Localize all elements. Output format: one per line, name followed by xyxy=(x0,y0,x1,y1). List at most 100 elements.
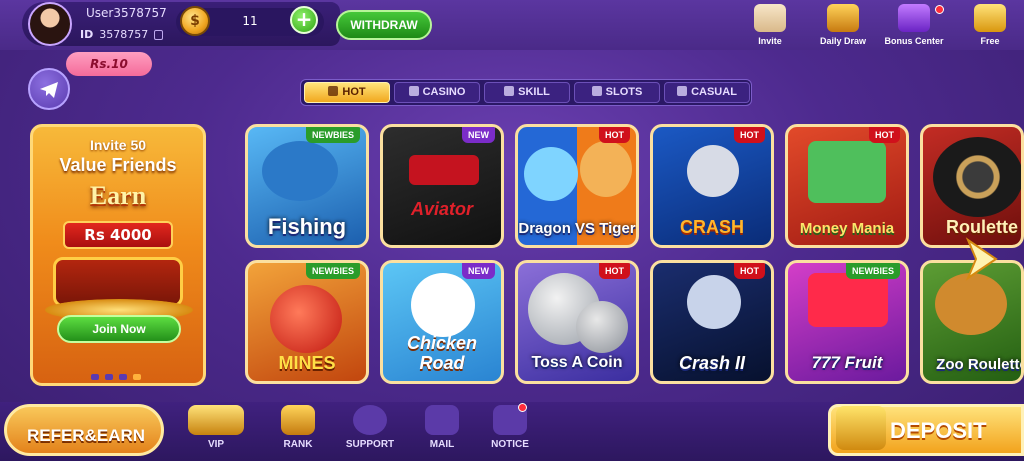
nav-support-label: SUPPORT xyxy=(345,439,395,450)
invite-banner-line1: Invite 50 xyxy=(89,137,147,153)
rocket-icon xyxy=(687,275,741,329)
coin-icon xyxy=(576,301,628,353)
game-badge: HOT xyxy=(599,263,630,279)
scroll-right-arrow-icon[interactable] xyxy=(962,236,1002,282)
balance-value: 11 xyxy=(242,14,258,28)
game-aviator[interactable]: Aviator NEW xyxy=(380,124,504,248)
nav-vip-label: VIP xyxy=(207,439,225,450)
game-badge: NEWBIES xyxy=(305,127,360,143)
invite-banner-earn: Earn xyxy=(89,181,147,210)
tab-casual-label: CASUAL xyxy=(691,86,737,98)
carousel-dot[interactable] xyxy=(91,374,99,380)
refer-earn-label: REFER&EARN xyxy=(26,426,146,445)
game-roulette[interactable]: Roulette xyxy=(920,124,1024,248)
game-dragon-vs-tiger[interactable]: Dragon VS Tiger HOT xyxy=(515,124,639,248)
add-funds-button[interactable]: + xyxy=(290,6,318,34)
game-title: Roulette xyxy=(946,217,1018,237)
tab-hot[interactable]: HOT xyxy=(304,82,390,103)
invite-banner-line2: Value Friends xyxy=(59,155,177,175)
telegram-icon xyxy=(40,82,58,98)
game-chicken-road[interactable]: Chicken Road NEW xyxy=(380,260,504,384)
tab-hot-label: HOT xyxy=(342,86,366,98)
deposit-label: DEPOSIT xyxy=(890,418,987,443)
game-badge: HOT xyxy=(734,263,765,279)
game-title: MINES xyxy=(278,353,336,373)
user-id-label: ID xyxy=(80,28,94,41)
cash-icon xyxy=(808,141,886,203)
coin-icon: $ xyxy=(180,6,210,36)
carousel-dots xyxy=(91,365,151,380)
game-crash[interactable]: CRASH HOT xyxy=(650,124,774,248)
notification-dot xyxy=(935,5,944,14)
game-title: Dragon VS Tiger xyxy=(518,220,636,237)
nav-mail-label: MAIL xyxy=(429,439,455,450)
nav-rank-label: RANK xyxy=(283,439,313,450)
game-crash-ii[interactable]: Crash II HOT xyxy=(650,260,774,384)
carousel-dot-active[interactable] xyxy=(133,374,141,380)
free-button[interactable]: Free xyxy=(960,4,1020,50)
tab-slots-label: SLOTS xyxy=(605,86,643,98)
nav-notice[interactable]: NOTICE xyxy=(480,405,540,457)
bomb-icon xyxy=(270,285,342,353)
free-label: Free xyxy=(980,36,1000,46)
game-badge: HOT xyxy=(869,127,900,143)
tab-slots[interactable]: SLOTS xyxy=(574,82,660,103)
game-title: Money Mania xyxy=(799,220,895,237)
game-title: Zoo Roulette xyxy=(936,356,1024,373)
tab-casual[interactable]: CASUAL xyxy=(664,82,750,103)
bonus-center-label: Bonus Center xyxy=(884,36,944,46)
dragon-icon xyxy=(524,147,578,201)
game-title: 777 Fruit xyxy=(811,353,883,372)
tab-skill-label: SKILL xyxy=(518,86,550,98)
avatar[interactable] xyxy=(28,2,72,46)
invite-label: Invite xyxy=(758,36,782,46)
tab-casino[interactable]: CASINO xyxy=(394,82,480,103)
nav-vip[interactable]: VIP xyxy=(186,405,246,457)
join-now-button[interactable]: Join Now xyxy=(57,315,181,343)
telegram-reward-badge: Rs.10 xyxy=(66,52,152,76)
gamepad-icon xyxy=(504,86,515,96)
game-badge: NEW xyxy=(462,127,495,143)
game-toss-a-coin[interactable]: Toss A Coin HOT xyxy=(515,260,639,384)
user-id-value: 3578757 xyxy=(99,28,149,41)
invite-banner[interactable]: Invite 50 Value Friends Earn Rs 4000 Joi… xyxy=(30,124,206,386)
free-icon xyxy=(974,4,1006,32)
invite-button[interactable]: Invite xyxy=(740,4,800,50)
game-title: CRASH xyxy=(679,217,744,237)
game-title: Crash II xyxy=(678,353,746,373)
vip-crown-icon xyxy=(188,405,244,435)
chat-bubble-icon xyxy=(353,405,387,435)
shopping-cart-icon xyxy=(836,406,886,450)
slots-icon xyxy=(591,86,602,96)
flame-icon xyxy=(328,86,339,96)
carousel-dot[interactable] xyxy=(119,374,127,380)
carousel-dot[interactable] xyxy=(105,374,113,380)
nav-rank[interactable]: RANK xyxy=(268,405,328,457)
bonus-center-icon xyxy=(898,4,930,32)
rocket-icon xyxy=(687,145,739,197)
slot-777-icon xyxy=(808,273,888,327)
casino-icon xyxy=(408,86,419,96)
daily-draw-label: Daily Draw xyxy=(819,36,867,46)
nav-support[interactable]: SUPPORT xyxy=(340,405,400,457)
game-money-mania[interactable]: Money Mania HOT xyxy=(785,124,909,248)
game-badge: NEW xyxy=(462,263,495,279)
shark-icon xyxy=(262,141,338,201)
game-mines[interactable]: MINES NEWBIES xyxy=(245,260,369,384)
mail-icon xyxy=(425,405,459,435)
game-badge: NEWBIES xyxy=(845,263,900,279)
airplane-icon xyxy=(409,155,479,185)
invite-banner-amount: Rs 4000 xyxy=(63,221,173,249)
withdraw-button[interactable]: WITHDRAW xyxy=(336,10,432,40)
game-777-fruit[interactable]: 777 Fruit NEWBIES xyxy=(785,260,909,384)
daily-draw-button[interactable]: Daily Draw xyxy=(813,4,873,50)
user-id: ID 3578757 xyxy=(80,28,164,41)
copy-icon[interactable] xyxy=(154,30,164,40)
trophy-icon xyxy=(281,405,315,435)
telegram-button[interactable] xyxy=(28,68,70,110)
tab-casino-label: CASINO xyxy=(422,86,466,98)
tab-skill[interactable]: SKILL xyxy=(484,82,570,103)
nav-mail[interactable]: MAIL xyxy=(412,405,472,457)
game-fishing[interactable]: Fishing NEWBIES xyxy=(245,124,369,248)
game-title: Aviator xyxy=(410,199,473,219)
